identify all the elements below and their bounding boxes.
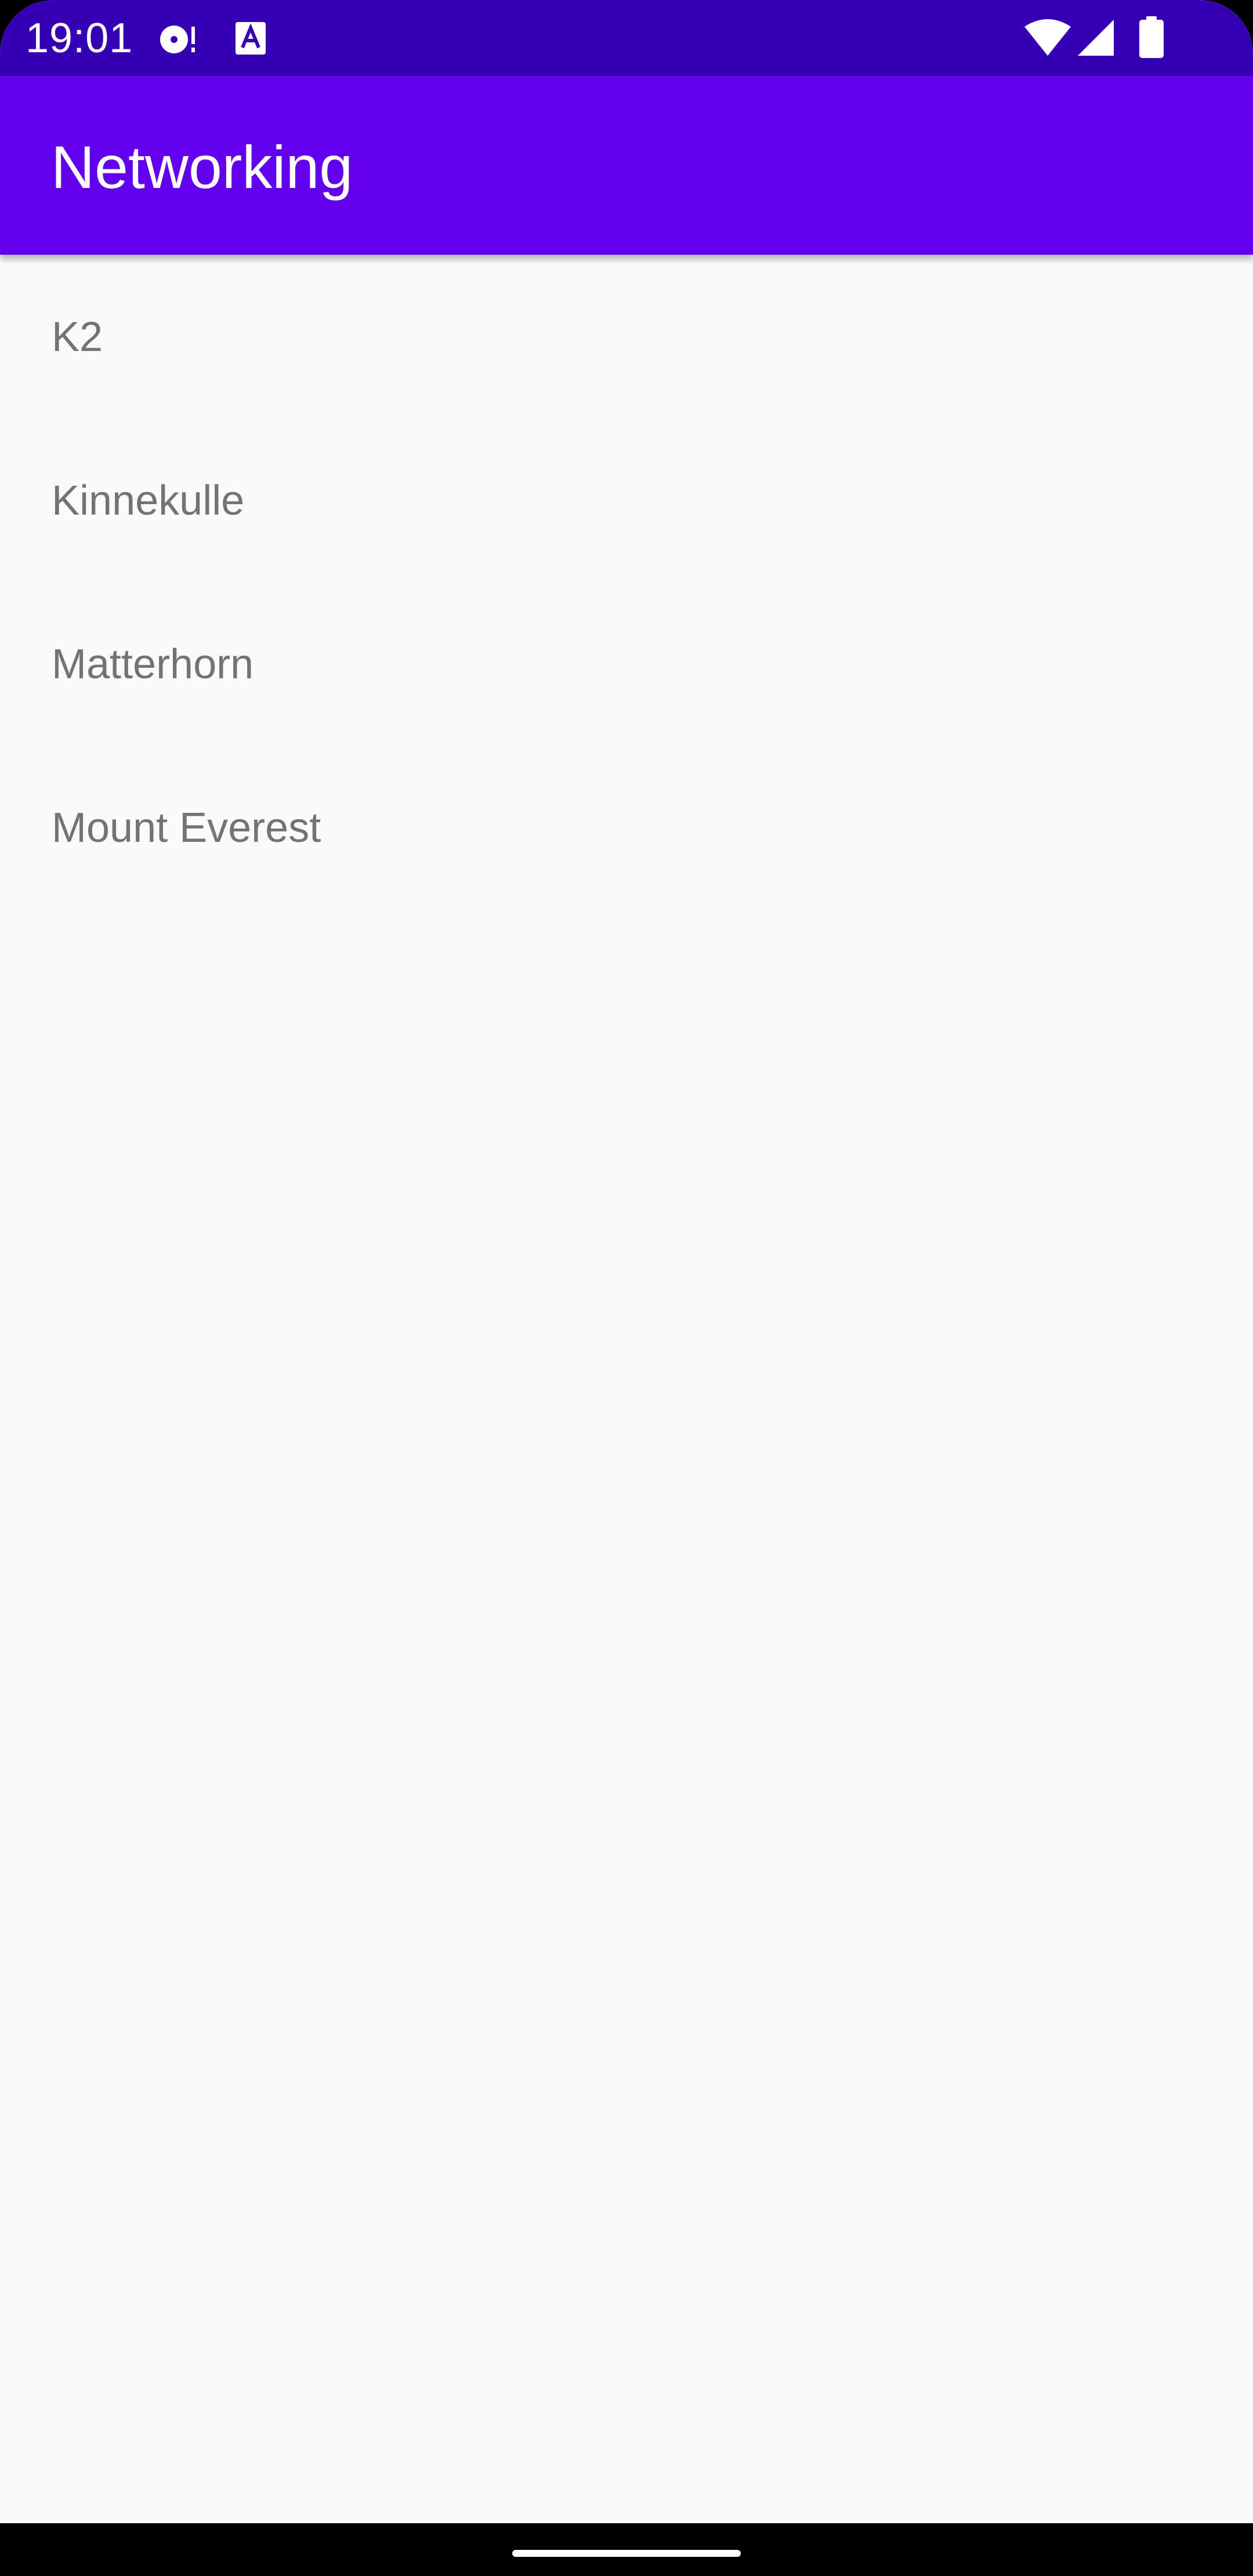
wifi-icon	[1024, 19, 1071, 56]
app-bar: Networking	[0, 76, 1253, 255]
list-item[interactable]: Mount Everest	[0, 746, 1253, 909]
app-title: Networking	[51, 134, 353, 201]
list-item-label: Kinnekulle	[52, 477, 245, 524]
list-item-label: Mount Everest	[52, 805, 321, 851]
cell-signal-icon	[1078, 20, 1114, 56]
battery-icon	[1139, 16, 1164, 58]
list-item-label: Matterhorn	[52, 641, 254, 688]
navigation-bar	[0, 2523, 1253, 2576]
media-disc-icon	[160, 26, 195, 53]
list-item[interactable]: Matterhorn	[0, 582, 1253, 746]
home-gesture-handle[interactable]	[512, 2550, 741, 2557]
mountain-list: K2 Kinnekulle Matterhorn Mount Everest	[0, 255, 1253, 909]
list-item[interactable]: Kinnekulle	[0, 418, 1253, 582]
status-bar: 19:01	[0, 0, 1253, 76]
list-item[interactable]: K2	[0, 255, 1253, 418]
phone-screen: 19:01 Networking K2 Kinnekulle Matterhor…	[0, 0, 1253, 2576]
status-time: 19:01	[26, 15, 133, 61]
text-a-icon	[236, 22, 266, 55]
list-item-label: K2	[52, 314, 103, 360]
